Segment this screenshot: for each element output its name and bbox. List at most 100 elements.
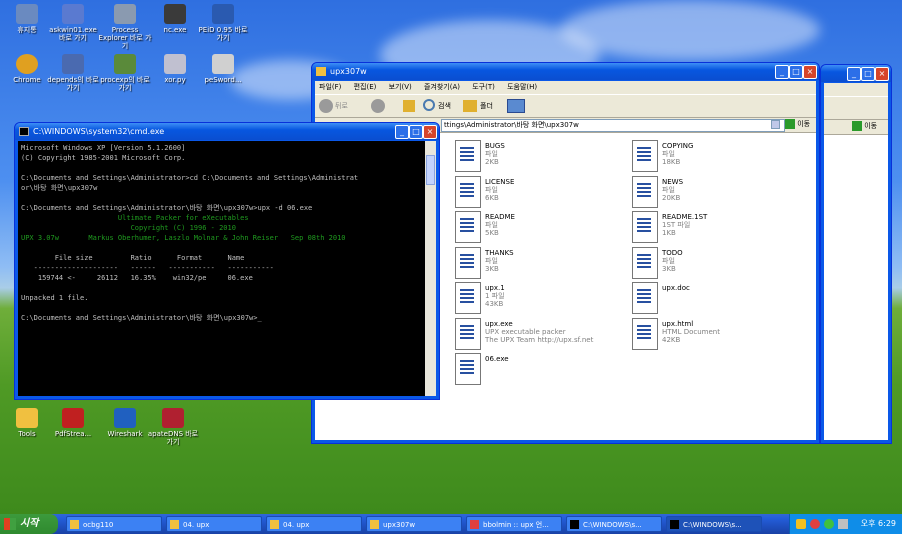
taskbar-app-icon: [270, 520, 279, 529]
file-name: upx.exe: [485, 319, 513, 328]
desktop-icon-process-explorer[interactable]: Process Explorer 바로 가기: [98, 4, 152, 50]
address-input[interactable]: ttings\Administrator\바탕 화면\upx307w: [441, 119, 785, 132]
menu-tools[interactable]: 도구(T): [472, 83, 495, 91]
menu-view[interactable]: 보기(V): [389, 83, 412, 91]
file-item[interactable]: upx.doc: [632, 282, 802, 316]
search-icon: [423, 99, 435, 111]
volume-icon[interactable]: [838, 519, 848, 529]
folders-button[interactable]: 폴더: [480, 95, 493, 117]
cmd-titlebar[interactable]: C:\WINDOWS\system32\cmd.exe _ □ ×: [15, 123, 439, 140]
address-dropdown-icon[interactable]: [771, 120, 780, 129]
minimize-button[interactable]: _: [395, 125, 409, 139]
cmd-line: Microsoft Windows XP [Version 5.1.2600]: [21, 144, 186, 152]
maximize-button[interactable]: □: [861, 67, 875, 81]
taskbar-button[interactable]: ocbg110: [66, 516, 162, 532]
forward-arrow-icon[interactable]: [371, 99, 385, 113]
desktop-icon-depends[interactable]: depends의 바로 가기: [46, 54, 100, 92]
desktop-icon-pdfstream[interactable]: PdfStrea...: [46, 408, 100, 438]
search-button[interactable]: 검색: [438, 95, 451, 117]
file-item[interactable]: 06.exe: [455, 353, 625, 387]
file-size: 6KB: [485, 193, 499, 202]
clock[interactable]: 오후 6:29: [861, 514, 896, 534]
taskbar-button[interactable]: upx307w: [366, 516, 462, 532]
file-type: 파일: [485, 185, 498, 194]
menu-favorites[interactable]: 즐겨찾기(A): [424, 83, 460, 91]
file-size: 3KB: [485, 264, 499, 273]
menu-help[interactable]: 도움말(H): [507, 83, 537, 91]
taskbar: 시작 ocbg110 04. upx 04. upx upx307w bbolmin :…: [0, 514, 902, 534]
back-arrow-icon[interactable]: [319, 99, 333, 113]
file-item[interactable]: upx.exe UPX executable packer The UPX Team…: [455, 317, 625, 352]
maximize-button[interactable]: □: [789, 65, 803, 79]
cmd-line: or\바탕 화면\upx307w: [21, 184, 98, 192]
taskbar-button[interactable]: C:\WINDOWS\s...: [666, 516, 762, 532]
close-button[interactable]: ×: [875, 67, 889, 81]
file-name: BUGS: [485, 142, 505, 150]
menu-file[interactable]: 파일(F): [319, 83, 341, 91]
file-size: 18KB: [662, 158, 681, 166]
file-icon: [455, 140, 481, 172]
maximize-button[interactable]: □: [409, 125, 423, 139]
background-window[interactable]: _ □ × 이동: [820, 64, 892, 444]
menu-edit[interactable]: 편집(E): [354, 83, 377, 91]
file-item[interactable]: upx.1 1 파일 43KB: [455, 282, 625, 316]
file-icon: [632, 246, 658, 279]
file-type: UPX executable packer: [485, 327, 566, 336]
toolbar: [824, 96, 888, 120]
file-item[interactable]: LICENSE 파일 6KB: [455, 175, 625, 210]
cmd-output[interactable]: Microsoft Windows XP [Version 5.1.2600] (…: [18, 141, 425, 396]
file-icon: [632, 175, 658, 208]
taskbar-button[interactable]: bbolmin :: upx 언...: [466, 516, 562, 532]
go-button[interactable]: 이동: [785, 119, 810, 129]
background-window-titlebar[interactable]: _ □ ×: [821, 65, 891, 82]
file-item[interactable]: COPYING 파일 18KB: [632, 140, 802, 174]
file-item[interactable]: upx.html HTML Document 42KB: [632, 317, 802, 352]
taskbar-app-icon: [370, 520, 379, 529]
desktop-icon-pesword[interactable]: peSword...: [196, 54, 250, 84]
taskbar-button[interactable]: 04. upx: [266, 516, 362, 532]
file-item[interactable]: README 파일 5KB: [455, 211, 625, 245]
cmd-window[interactable]: C:\WINDOWS\system32\cmd.exe _ □ × Micros…: [14, 122, 440, 400]
file-name: upx.1: [485, 284, 505, 292]
file-item[interactable]: README.1ST 1ST 파일 1KB: [632, 211, 802, 245]
file-item[interactable]: TODO 파일 3KB: [632, 246, 802, 281]
file-type: 파일: [662, 185, 675, 194]
back-button[interactable]: 뒤로: [335, 95, 348, 117]
views-icon[interactable]: [507, 99, 525, 113]
go-button[interactable]: 이동: [852, 121, 877, 131]
file-item[interactable]: NEWS 파일 20KB: [632, 175, 802, 210]
file-type: 파일: [485, 150, 498, 158]
address-bar: 이동: [824, 120, 888, 135]
file-icon: [632, 140, 658, 172]
minimize-button[interactable]: _: [775, 65, 789, 79]
tray-app-icon[interactable]: [810, 519, 820, 529]
security-shield-icon[interactable]: [796, 519, 806, 529]
desktop-icon-xor-py[interactable]: xor.py: [148, 54, 202, 84]
scrollbar-thumb[interactable]: [426, 155, 435, 185]
file-icon: [455, 282, 481, 314]
minimize-button[interactable]: _: [847, 67, 861, 81]
start-button[interactable]: 시작: [0, 514, 58, 534]
cmd-scrollbar[interactable]: [425, 141, 436, 396]
file-item[interactable]: THANKS 파일 3KB: [455, 246, 625, 281]
desktop-icon-nc[interactable]: nc.exe: [148, 4, 202, 34]
close-button[interactable]: ×: [423, 125, 437, 139]
desktop-icon-wireshark[interactable]: Wireshark: [98, 408, 152, 438]
close-button[interactable]: ×: [803, 65, 817, 79]
network-icon[interactable]: [824, 519, 834, 529]
file-name: upx.html: [662, 319, 694, 328]
cmd-line: C:\Documents and Settings\Administrator>…: [21, 174, 359, 182]
file-item[interactable]: BUGS 파일 2KB: [455, 140, 625, 174]
toolbar: 뒤로 검색 폴더: [315, 94, 816, 118]
up-folder-icon[interactable]: [403, 100, 415, 112]
taskbar-button[interactable]: C:\WINDOWS\s...: [566, 516, 662, 532]
file-type: 1ST 파일: [662, 221, 691, 229]
desktop-icon-apatedns[interactable]: apateDNS 바로 가기: [146, 408, 200, 446]
explorer-titlebar[interactable]: upx307w _ □ ×: [312, 63, 819, 80]
file-type: HTML Document: [662, 327, 720, 336]
desktop-icon-peid[interactable]: PEiD 0.95 바로 가기: [196, 4, 250, 42]
desktop-icon-procexp[interactable]: procexp의 바로 가기: [98, 54, 152, 92]
desktop-icon-askwin[interactable]: askwin01.exe 바로 가기: [46, 4, 100, 42]
file-name: README.1ST: [662, 213, 708, 221]
taskbar-button[interactable]: 04. upx: [166, 516, 262, 532]
